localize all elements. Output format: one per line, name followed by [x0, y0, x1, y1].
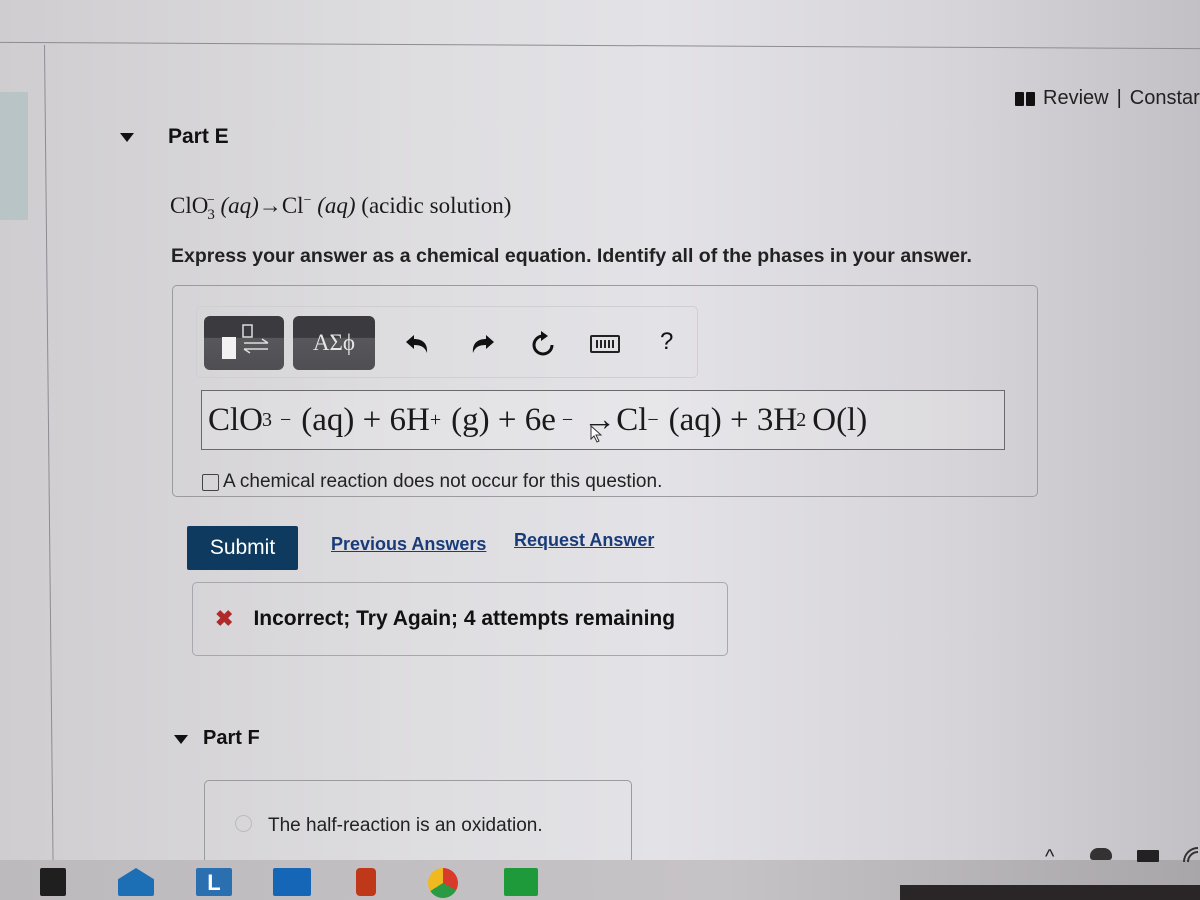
oxidation-label[interactable]: The half-reaction is an oxidation. — [268, 815, 543, 837]
templates-icon — [222, 324, 269, 359]
incorrect-x-icon: ✖ — [215, 606, 234, 631]
condition: (acidic solution) — [361, 193, 512, 218]
chevron-up-icon[interactable]: ^ — [1045, 846, 1054, 869]
undo-icon[interactable] — [404, 333, 432, 357]
product: Cl — [281, 193, 304, 218]
no-reaction-label[interactable]: A chemical reaction does not occur for t… — [223, 471, 662, 493]
review-label[interactable]: Review — [1043, 87, 1109, 110]
answer-term: ClO — [208, 401, 264, 438]
cortana-icon[interactable] — [273, 868, 311, 896]
instructions: Express your answer as a chemical equati… — [171, 245, 972, 267]
taskbar-edge — [900, 885, 1200, 900]
office-icon[interactable] — [356, 868, 376, 896]
book-icon — [1015, 91, 1035, 106]
separator: | — [1116, 87, 1122, 109]
constants-label[interactable]: Constar — [1130, 87, 1200, 110]
onedrive-icon[interactable] — [1090, 848, 1112, 860]
reactant: ClO — [170, 193, 209, 218]
mouse-cursor-icon — [590, 425, 603, 443]
part-f-title[interactable]: Part F — [203, 727, 260, 750]
no-reaction-checkbox[interactable] — [202, 473, 219, 491]
answer-charge: − — [561, 408, 574, 431]
help-button[interactable]: ? — [660, 328, 673, 356]
store-icon[interactable] — [40, 868, 66, 896]
window-left-edge — [44, 44, 54, 865]
arrow: → — [258, 193, 282, 218]
templates-button[interactable] — [204, 316, 284, 370]
answer-charge: + — [429, 408, 442, 431]
window-top-edge — [0, 41, 1200, 50]
product-charge: − — [303, 193, 312, 208]
request-answer-link[interactable]: Request Answer — [514, 530, 654, 551]
redo-icon[interactable] — [468, 333, 496, 357]
battery-icon[interactable] — [1137, 850, 1159, 862]
answer-term: (g) + 6e — [451, 401, 556, 438]
review-constants-link[interactable]: Review | Constar — [1015, 87, 1200, 110]
oxidation-radio[interactable] — [235, 815, 252, 832]
reactant-phase: (aq) — [220, 193, 259, 218]
question-equation: ClO3− (aq)→Cl− (aq) (acidic solution) — [170, 193, 511, 224]
greek-symbols-button[interactable]: ΑΣϕ — [293, 316, 375, 370]
no-reaction-option[interactable]: A chemical reaction does not occur for t… — [202, 471, 662, 493]
reactant-subscript: 3 — [207, 207, 215, 223]
answer-charge: − — [280, 408, 292, 431]
collapse-caret-icon[interactable] — [174, 735, 188, 744]
answer-term: (aq) + 6H — [301, 401, 430, 438]
feedback-text: Incorrect; Try Again; 4 attempts remaini… — [253, 607, 676, 630]
keyboard-icon[interactable] — [590, 335, 620, 353]
wifi-icon[interactable] — [1182, 844, 1200, 864]
answer-subscript: 2 — [796, 408, 807, 431]
reset-icon[interactable] — [530, 331, 556, 359]
l-app-icon[interactable]: L — [196, 868, 232, 896]
submit-button[interactable]: Submit — [187, 526, 298, 570]
part-e-title[interactable]: Part E — [168, 125, 229, 149]
product-phase: (aq) — [317, 193, 356, 218]
collapse-caret-icon[interactable] — [120, 133, 134, 142]
answer-charge: − — [647, 408, 659, 431]
left-panel — [0, 92, 28, 220]
green-app-icon[interactable] — [504, 868, 538, 896]
answer-term: O(l) — [812, 401, 868, 438]
previous-answers-link[interactable]: Previous Answers — [331, 534, 486, 555]
chrome-icon[interactable] — [428, 868, 458, 898]
answer-subscript: 3 — [262, 408, 273, 431]
answer-term: (aq) + 3H — [668, 401, 798, 438]
feedback-box: ✖ Incorrect; Try Again; 4 attempts remai… — [192, 582, 728, 656]
reactant-charge: − — [206, 193, 215, 208]
